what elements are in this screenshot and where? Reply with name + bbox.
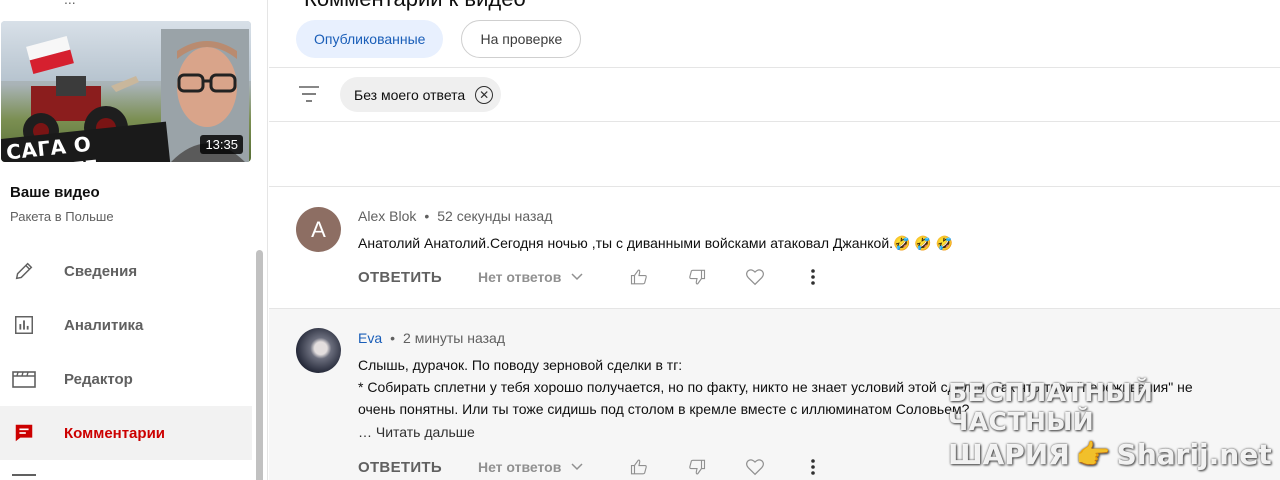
comment-actions: ОТВЕТИТЬ Нет ответов <box>358 457 823 477</box>
pencil-icon <box>12 259 36 283</box>
more-options-icon[interactable] <box>803 267 823 287</box>
avatar[interactable] <box>296 328 341 373</box>
comment-line: Слышь, дурачок. По поводу зерновой сделк… <box>358 357 683 373</box>
sidebar-cut-text: ... <box>64 0 76 7</box>
sidebar-item-label: Аналитика <box>64 316 144 334</box>
comment-time[interactable]: 52 секунды назад <box>437 208 552 224</box>
filter-chip-label: Без моего ответа <box>354 86 466 103</box>
comment-item: A Alex Blok • 52 секунды назад Анатолий … <box>269 187 1280 308</box>
watermark-line2: ШАРИЯ 👉 Sharij.net <box>948 438 1272 471</box>
meta-separator: • <box>390 330 396 346</box>
heart-icon[interactable] <box>745 267 765 287</box>
replies-dropdown[interactable]: Нет ответов <box>478 269 583 285</box>
meta-separator: • <box>424 208 430 224</box>
divider <box>269 67 1280 68</box>
close-icon[interactable]: ✕ <box>475 85 494 104</box>
dislike-icon[interactable] <box>687 267 707 287</box>
reply-button[interactable]: ОТВЕТИТЬ <box>358 459 442 476</box>
more-options-icon[interactable] <box>803 457 823 477</box>
editor-icon <box>12 367 36 391</box>
sidebar-item-details[interactable]: Сведения <box>0 244 252 298</box>
comment-time[interactable]: 2 минуты назад <box>403 330 505 346</box>
video-thumbnail[interactable]: САГА О РАКЕТЕ 13:35 <box>1 21 251 162</box>
like-icon[interactable] <box>629 267 649 287</box>
comment-meta: Alex Blok • 52 секунды назад <box>358 208 552 224</box>
read-more-link[interactable]: … Читать дальше <box>358 424 475 440</box>
page-title: Комментарии к видео <box>304 0 526 12</box>
sidebar-item-label: Сведения <box>64 262 138 280</box>
sidebar-next-item-icon <box>12 474 36 480</box>
sidebar-item-analytics[interactable]: Аналитика <box>0 298 252 352</box>
comment-actions: ОТВЕТИТЬ Нет ответов <box>358 267 823 287</box>
video-title[interactable]: Ракета в Польше <box>10 209 114 224</box>
divider <box>269 121 1280 122</box>
comment-text: Анатолий Анатолий.Сегодня ночью ,ты с ди… <box>358 232 1258 254</box>
dislike-icon[interactable] <box>687 457 707 477</box>
replies-dropdown[interactable]: Нет ответов <box>478 459 583 475</box>
heart-icon[interactable] <box>745 457 765 477</box>
your-video-label: Ваше видео <box>10 184 100 201</box>
comment-meta: Eva • 2 минуты назад <box>358 330 505 346</box>
comment-line: Анатолий Анатолий.Сегодня ночью ,ты с ди… <box>358 235 954 251</box>
chevron-down-icon <box>571 273 583 281</box>
comment-author[interactable]: Alex Blok <box>358 208 416 224</box>
filter-chip[interactable]: Без моего ответа ✕ <box>340 77 502 112</box>
reply-button[interactable]: ОТВЕТИТЬ <box>358 269 442 286</box>
tab-under-review[interactable]: На проверке <box>461 20 582 58</box>
replies-label: Нет ответов <box>477 459 562 475</box>
watermark-text-a: ШАРИЯ <box>948 438 1070 471</box>
replies-label: Нет ответов <box>477 269 562 285</box>
sidebar-nav: Сведения Аналитика Редактор Комментарии <box>0 244 252 460</box>
tab-published[interactable]: Опубликованные <box>296 20 444 58</box>
like-icon[interactable] <box>629 457 649 477</box>
sidebar-item-editor[interactable]: Редактор <box>0 352 252 406</box>
watermark: БЕСПЛАТНЫЙ ЧАСТНЫЙ ШАРИЯ 👉 Sharij.net <box>948 378 1272 471</box>
filter-icon[interactable] <box>297 82 321 106</box>
comment-tabs: Опубликованные На проверке <box>296 20 582 58</box>
sidebar: ... САГА О РАКЕТЕ 13:35 Ваше видео Ракет <box>0 0 268 480</box>
sidebar-item-label: Комментарии <box>64 424 166 442</box>
pointing-hand-icon: 👉 <box>1075 438 1111 471</box>
watermark-line1: БЕСПЛАТНЫЙ ЧАСТНЫЙ <box>948 378 1154 436</box>
sidebar-scrollbar[interactable] <box>256 250 263 480</box>
chevron-down-icon <box>571 463 583 471</box>
comments-icon <box>12 421 36 445</box>
video-duration: 13:35 <box>200 135 243 154</box>
avatar[interactable]: A <box>296 207 341 252</box>
watermark-text-b: Sharij.net <box>1116 438 1272 471</box>
comment-author[interactable]: Eva <box>358 330 382 346</box>
analytics-icon <box>12 313 36 337</box>
sidebar-item-comments[interactable]: Комментарии <box>0 406 252 460</box>
sidebar-item-label: Редактор <box>64 370 133 388</box>
